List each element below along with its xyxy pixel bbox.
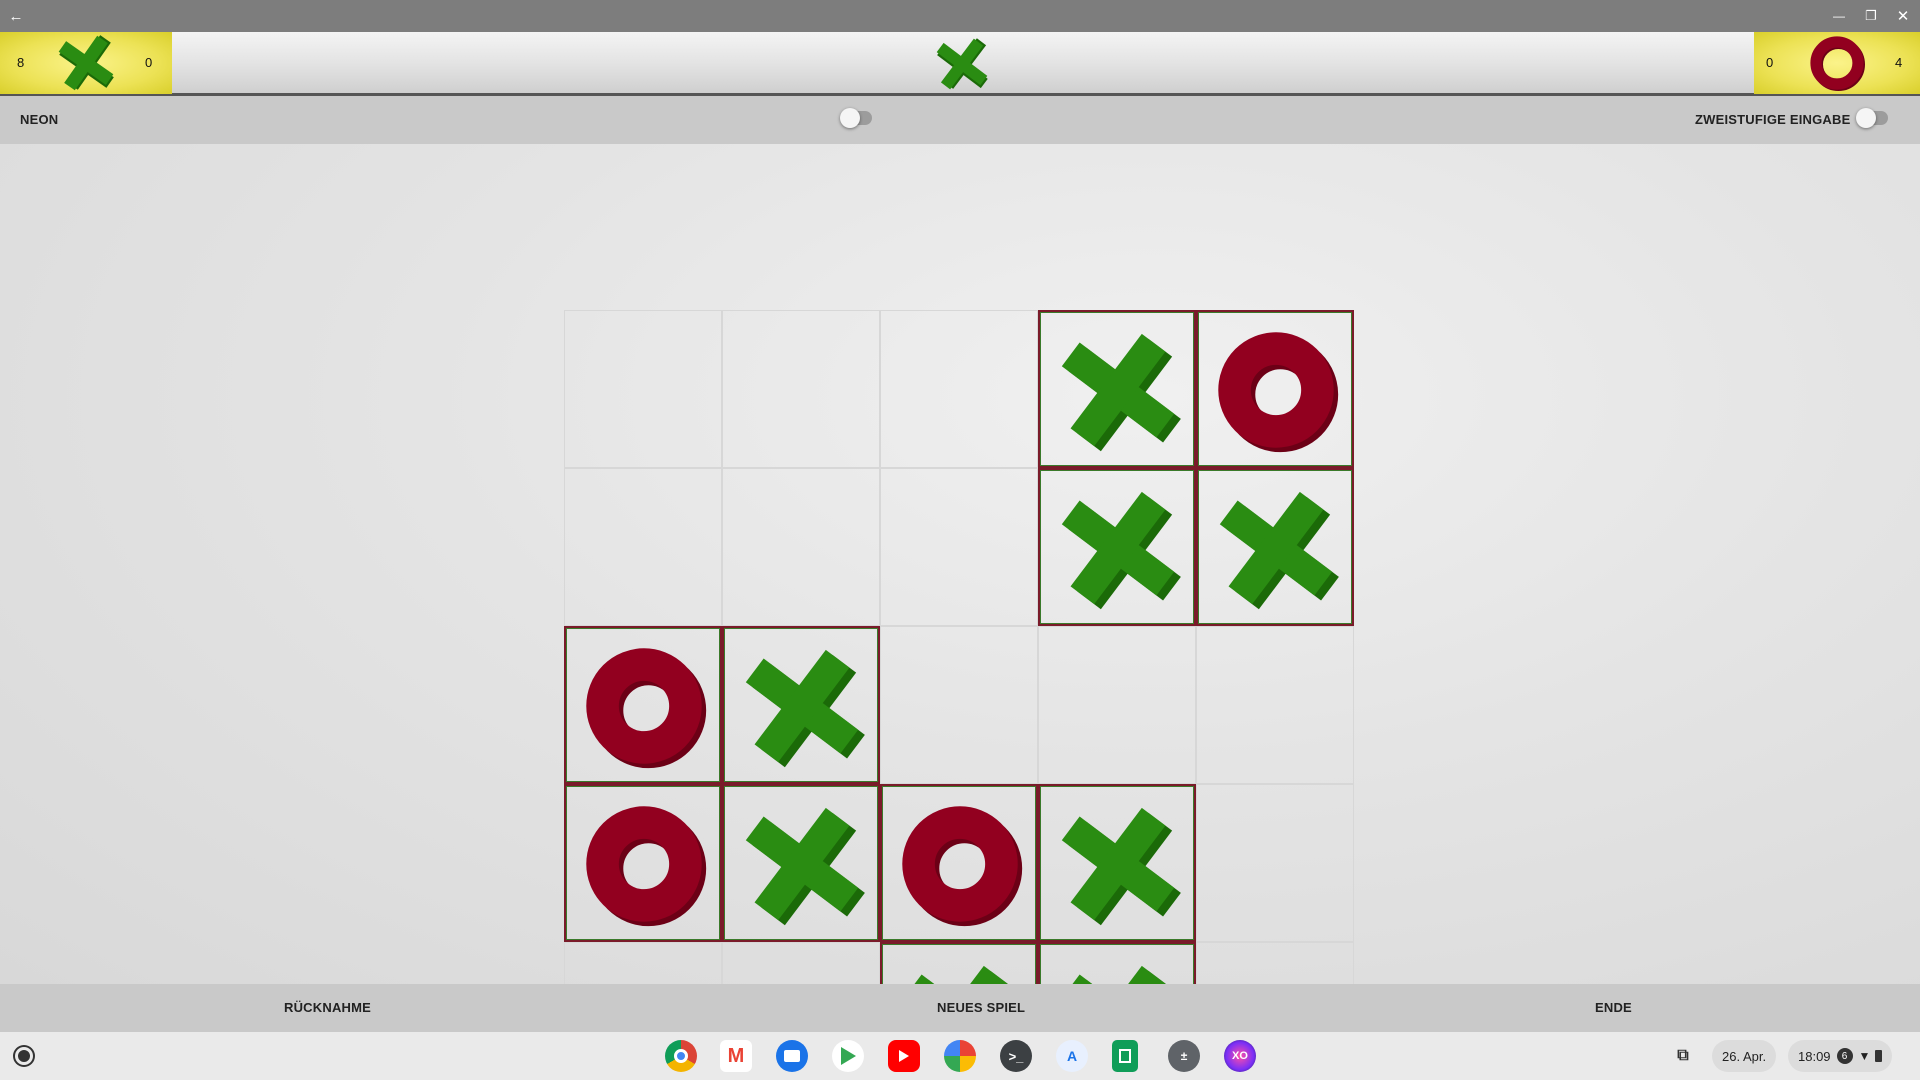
- status-area[interactable]: 18:09 6 ▼: [1788, 1040, 1893, 1072]
- o-mark: [586, 806, 707, 927]
- gmail-icon[interactable]: M: [720, 1040, 752, 1072]
- app-icon[interactable]: A: [1056, 1040, 1088, 1072]
- launcher-button[interactable]: [10, 1042, 38, 1070]
- board-cell-r4-c5[interactable]: [1196, 784, 1354, 942]
- o-player-wins: 4: [1895, 55, 1903, 70]
- two-step-input-label: ZWEISTUFIGE EINGABE: [1695, 112, 1851, 127]
- board-cell-r1-c1[interactable]: [564, 310, 722, 468]
- neon-label: NEON: [20, 112, 59, 127]
- x-mark: [1219, 491, 1339, 610]
- board-cell-r4-c3[interactable]: [880, 784, 1038, 942]
- two-step-input-toggle[interactable]: [1856, 108, 1888, 128]
- date-text: 26. Apr.: [1722, 1048, 1767, 1064]
- files-icon[interactable]: [776, 1040, 808, 1072]
- options-bar: NEON ZWEISTUFIGE EINGABE: [0, 96, 1920, 144]
- board-cell-r2-c5[interactable]: [1196, 468, 1354, 626]
- game-area: [0, 144, 1920, 1080]
- x-player-score-box: 8 0: [0, 32, 172, 94]
- board-cell-r4-c2[interactable]: [722, 784, 880, 942]
- minimize-icon[interactable]: —: [1823, 0, 1855, 32]
- board-cell-r4-c1[interactable]: [564, 784, 722, 942]
- x-mark: [745, 807, 865, 926]
- board-cell-r3-c5[interactable]: [1196, 626, 1354, 784]
- time-text: 18:09: [1798, 1048, 1831, 1064]
- calculator-icon[interactable]: ±: [1168, 1040, 1200, 1072]
- restore-icon[interactable]: ❐: [1855, 0, 1887, 32]
- x-player-wins: 8: [17, 55, 25, 70]
- x-mark: [745, 649, 865, 768]
- board-cell-r1-c2[interactable]: [722, 310, 880, 468]
- o-mark-icon: [1810, 36, 1865, 91]
- board-cell-r1-c5[interactable]: [1196, 310, 1354, 468]
- board-cell-r3-c4[interactable]: [1038, 626, 1196, 784]
- tictactoe-icon[interactable]: XO: [1224, 1040, 1256, 1072]
- scoreboard-header: 8 0 0 4: [0, 32, 1920, 96]
- board-cell-r2-c2[interactable]: [722, 468, 880, 626]
- back-arrow-icon[interactable]: ←: [0, 0, 32, 32]
- board-cell-r3-c1[interactable]: [564, 626, 722, 784]
- o-mark: [902, 806, 1023, 927]
- undo-button[interactable]: RÜCKNAHME: [284, 1000, 371, 1015]
- date-pill[interactable]: 26. Apr.: [1712, 1040, 1777, 1072]
- terminal-icon[interactable]: >_: [1000, 1040, 1032, 1072]
- o-player-score-box: 0 4: [1754, 32, 1920, 94]
- board-cell-r2-c3[interactable]: [880, 468, 1038, 626]
- board-cell-r1-c3[interactable]: [880, 310, 1038, 468]
- new-game-button[interactable]: NEUES SPIEL: [937, 1000, 1025, 1015]
- photos-icon[interactable]: [944, 1040, 976, 1072]
- window-titlebar: ← — ❐ ✕: [0, 0, 1920, 32]
- x-mark: [1061, 491, 1181, 610]
- neon-toggle[interactable]: [840, 108, 872, 128]
- game-board: [564, 310, 1354, 1080]
- board-cell-r2-c1[interactable]: [564, 468, 722, 626]
- board-cell-r1-c4[interactable]: [1038, 310, 1196, 468]
- current-turn-x-icon: [936, 38, 988, 90]
- system-shelf: M >_ A ± XO ⧉ 26. Apr. 18:09 6 ▼: [0, 1032, 1920, 1080]
- notification-count-badge: 6: [1836, 1048, 1853, 1064]
- board-cell-r3-c2[interactable]: [722, 626, 880, 784]
- bottom-button-bar: RÜCKNAHME NEUES SPIEL ENDE: [0, 984, 1920, 1032]
- wifi-icon: ▼: [1858, 1049, 1871, 1063]
- end-button[interactable]: ENDE: [1595, 1000, 1632, 1015]
- x-mark: [1061, 333, 1181, 452]
- o-player-losses: 0: [1766, 55, 1774, 70]
- board-cell-r3-c3[interactable]: [880, 626, 1038, 784]
- o-mark: [1218, 332, 1339, 453]
- o-mark: [586, 648, 707, 769]
- holding-space-icon[interactable]: ⧉: [1667, 1040, 1699, 1072]
- battery-icon: [1875, 1050, 1883, 1062]
- x-mark-icon: [58, 35, 114, 91]
- sheets-icon[interactable]: [1112, 1040, 1138, 1072]
- play-store-icon[interactable]: [832, 1040, 864, 1072]
- x-mark: [1061, 807, 1181, 926]
- board-cell-r2-c4[interactable]: [1038, 468, 1196, 626]
- close-icon[interactable]: ✕: [1887, 0, 1919, 32]
- x-player-losses: 0: [145, 55, 153, 70]
- chrome-icon[interactable]: [665, 1040, 697, 1072]
- board-cell-r4-c4[interactable]: [1038, 784, 1196, 942]
- youtube-icon[interactable]: [888, 1040, 920, 1072]
